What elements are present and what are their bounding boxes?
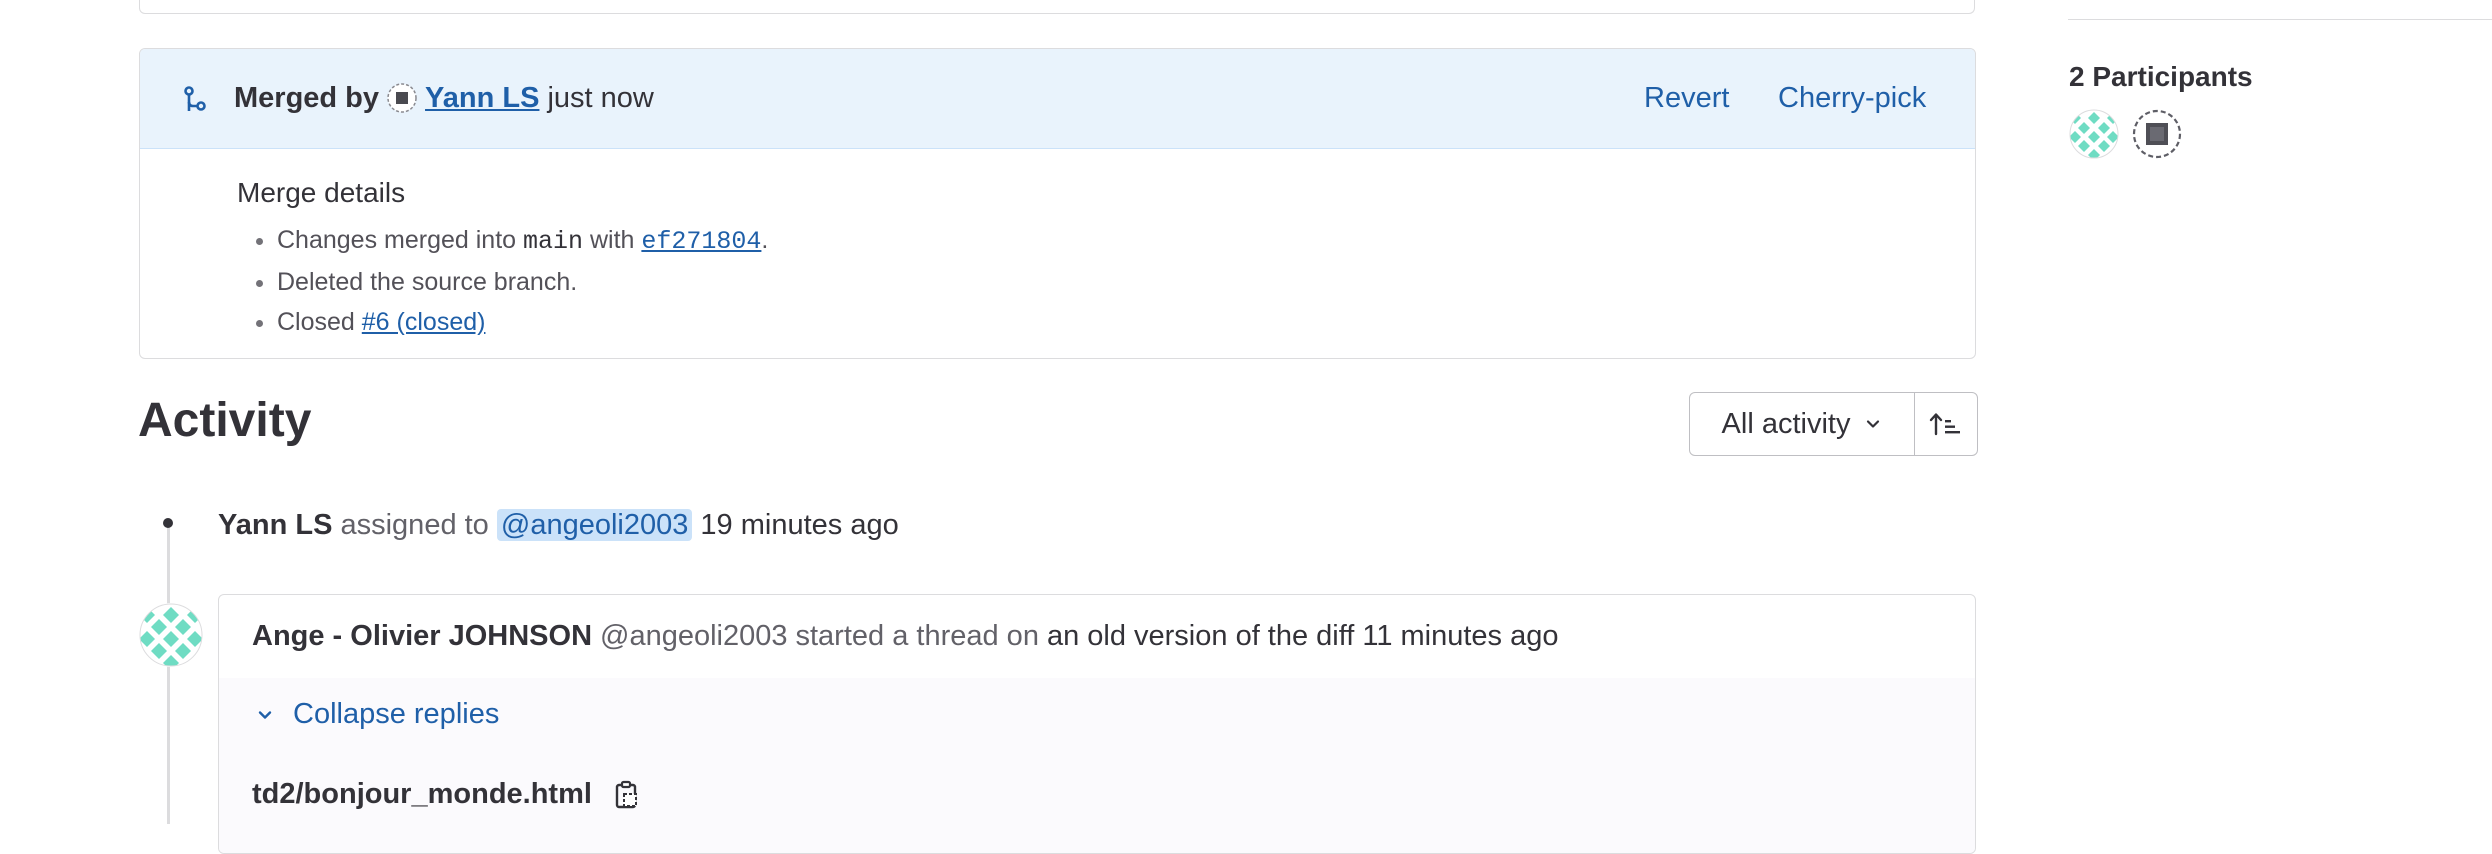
note-author[interactable]: Yann LS xyxy=(218,509,332,541)
merge-widget: Merged by Yann LS just now Revert Cherry… xyxy=(139,48,1976,359)
user-mention[interactable]: @angeoli2003 xyxy=(496,509,693,541)
merge-detail-item: Closed #6 (closed) xyxy=(277,302,768,342)
merge-widget-header: Merged by Yann LS just now Revert Cherry… xyxy=(140,49,1975,149)
participant-avatar[interactable] xyxy=(2069,109,2119,159)
target-branch: main xyxy=(523,227,584,256)
thread-time[interactable]: 11 minutes ago xyxy=(1362,620,1558,653)
timeline-dot xyxy=(163,518,173,528)
detail-text: . xyxy=(761,226,769,254)
detail-text: Closed xyxy=(277,308,355,336)
merge-details-list: Changes merged into main with ef271804. … xyxy=(237,220,768,342)
merge-time: just now xyxy=(547,82,654,114)
participants-title: 2 Participants xyxy=(2069,61,2253,92)
merge-details-title: Merge details xyxy=(237,177,406,208)
revert-button[interactable]: Revert xyxy=(1644,81,1729,115)
thread-body: Collapse replies td2/bonjour_monde.html xyxy=(219,678,1975,853)
merged-by-label: Merged by xyxy=(234,82,380,114)
chevron-down-icon xyxy=(258,710,272,719)
collapse-replies-button[interactable]: Collapse replies xyxy=(255,698,499,731)
chevron-down-icon xyxy=(1867,420,1880,428)
participant-avatar[interactable] xyxy=(2132,109,2182,159)
merge-detail-item: Changes merged into main with ef271804. xyxy=(277,220,768,262)
note-time[interactable]: 19 minutes ago xyxy=(700,509,898,541)
system-note: Yann LS assigned to @angeoli2003 19 minu… xyxy=(218,507,899,543)
activity-heading: Activity xyxy=(138,394,312,447)
cherry-pick-button[interactable]: Cherry-pick xyxy=(1778,81,1926,115)
commit-link[interactable]: ef271804 xyxy=(641,227,761,256)
merge-details: Merge details Changes merged into main w… xyxy=(237,176,768,342)
closed-issue-link[interactable]: #6 (closed) xyxy=(362,308,486,336)
detail-text: with xyxy=(589,226,635,254)
merger-user-link[interactable]: Yann LS xyxy=(425,81,539,115)
activity-filter-group: All activity xyxy=(1689,392,1978,456)
merge-icon xyxy=(184,86,206,111)
diff-file-header: td2/bonjour_monde.html xyxy=(252,778,640,811)
timeline-line xyxy=(167,524,170,824)
copy-clipboard-icon[interactable] xyxy=(614,780,640,810)
note-action: assigned to xyxy=(340,509,489,541)
discussion-thread: Ange - Olivier JOHNSON @angeoli2003 star… xyxy=(218,594,1976,854)
thread-username[interactable]: @angeoli2003 xyxy=(600,620,787,653)
activity-filter-dropdown[interactable]: All activity xyxy=(1690,393,1915,455)
collapse-replies-label: Collapse replies xyxy=(293,698,500,730)
sort-ascending-icon xyxy=(1929,413,1960,436)
previous-card xyxy=(139,0,1975,14)
merge-status-text: Merged by Yann LS just now xyxy=(234,81,654,115)
thread-header: Ange - Olivier JOHNSON @angeoli2003 star… xyxy=(219,595,1975,679)
sort-direction-button[interactable] xyxy=(1915,393,1977,455)
merge-detail-item: Deleted the source branch. xyxy=(277,262,768,302)
thread-author-avatar[interactable] xyxy=(139,603,203,667)
sidebar-divider xyxy=(2068,19,2492,20)
file-path[interactable]: td2/bonjour_monde.html xyxy=(252,778,592,811)
activity-filter-label: All activity xyxy=(1721,407,1851,440)
detail-text: Changes merged into xyxy=(277,226,517,254)
merger-avatar[interactable] xyxy=(387,83,417,113)
thread-action: started a thread on xyxy=(795,620,1039,652)
diff-version-link[interactable]: an old version of the diff xyxy=(1047,620,1354,653)
thread-author[interactable]: Ange - Olivier JOHNSON xyxy=(252,620,592,653)
